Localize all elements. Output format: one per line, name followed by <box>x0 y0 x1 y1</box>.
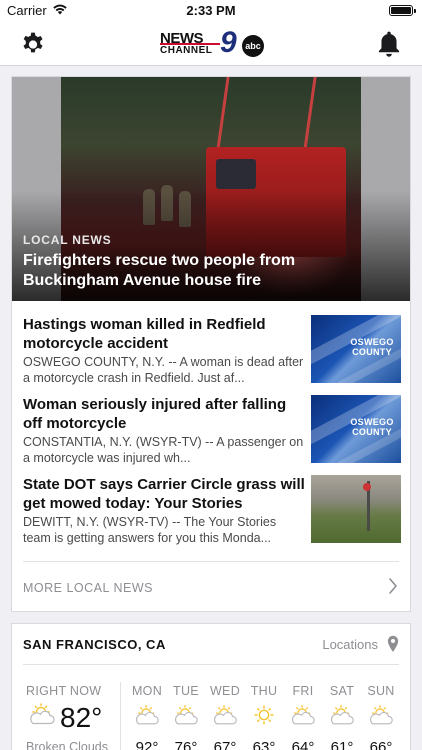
story-summary: OSWEGO COUNTY, N.Y. -- A woman is dead a… <box>23 355 304 385</box>
story-thumbnail <box>311 475 401 543</box>
partly-cloudy-icon <box>136 705 159 725</box>
forecast-day[interactable]: WED 67° <box>205 684 245 750</box>
forecast-temperature: 66° <box>369 739 393 750</box>
location-pin-icon[interactable] <box>387 635 399 653</box>
forecast-day-name: FRI <box>292 684 314 698</box>
gear-icon[interactable] <box>20 31 46 57</box>
partly-cloudy-icon <box>370 705 393 725</box>
hero-category: LOCAL NEWS <box>23 233 112 247</box>
hero-title: Firefighters rescue two people from Buck… <box>23 252 296 289</box>
forecast-temperature: 92° <box>135 739 159 750</box>
story-title: Woman seriously injured after falling of… <box>23 396 287 432</box>
forecast-day-name: MON <box>131 684 163 698</box>
ladder-shape <box>215 77 317 157</box>
status-bar: Carrier 2:33 PM <box>0 0 422 22</box>
road-sign-shape <box>363 483 371 491</box>
locations-button[interactable]: Locations <box>322 637 378 652</box>
partly-cloudy-icon <box>175 705 198 725</box>
divider <box>23 664 399 665</box>
logo-network-badge: abc <box>242 35 264 57</box>
sun-icon <box>254 705 274 725</box>
list-item[interactable]: Hastings woman killed in Redfield motorc… <box>23 315 401 385</box>
forecast-day[interactable]: MON 92° <box>127 684 167 750</box>
current-temperature: 82° <box>60 702 103 733</box>
current-condition: Broken Clouds <box>26 740 108 750</box>
forecast-day[interactable]: TUE 76° <box>166 684 206 750</box>
clock: 2:33 PM <box>186 3 236 18</box>
list-item[interactable]: Woman seriously injured after falling of… <box>23 395 401 465</box>
thumbnail-label: OSWEGO COUNTY <box>350 417 394 437</box>
forecast-day[interactable]: SUN 66° <box>361 684 401 750</box>
forecast-temperature: 76° <box>174 739 198 750</box>
story-title: Hastings woman killed in Redfield motorc… <box>23 316 266 352</box>
local-news-card: LOCAL NEWS Firefighters rescue two peopl… <box>11 76 411 612</box>
story-summary: DEWITT, N.Y. (WSYR-TV) -- The Your Stori… <box>23 515 277 545</box>
forecast-day-name: THU <box>250 684 278 698</box>
forecast-day-name: SAT <box>329 684 355 698</box>
bell-icon[interactable] <box>376 30 402 58</box>
weather-city: SAN FRANCISCO, CA <box>23 637 166 652</box>
weather-card: SAN FRANCISCO, CA Locations RIGHT NOW 82… <box>11 623 411 750</box>
story-title: State DOT says Carrier Circle grass will… <box>23 476 305 512</box>
logo-number: 9 <box>220 26 237 59</box>
divider <box>120 682 121 750</box>
chevron-right-icon[interactable] <box>388 577 398 595</box>
battery-icon <box>389 5 416 16</box>
logo-channel-text: CHANNEL <box>160 45 213 56</box>
forecast-day[interactable]: FRI 64° <box>283 684 323 750</box>
forecast-day-name: SUN <box>367 684 395 698</box>
story-summary: CONSTANTIA, N.Y. (WSYR-TV) -- A passenge… <box>23 435 304 465</box>
story-thumbnail: OSWEGO COUNTY <box>311 395 401 463</box>
forecast-day[interactable]: SAT 61° <box>322 684 362 750</box>
partly-cloudy-icon <box>214 705 237 725</box>
partly-cloudy-icon <box>331 705 354 725</box>
more-local-news-link[interactable]: MORE LOCAL NEWS <box>23 581 153 595</box>
list-item[interactable]: State DOT says Carrier Circle grass will… <box>23 475 401 545</box>
hero-story[interactable]: LOCAL NEWS Firefighters rescue two peopl… <box>12 77 410 301</box>
story-thumbnail: OSWEGO COUNTY <box>311 315 401 383</box>
divider <box>23 561 399 562</box>
forecast-day-name: WED <box>209 684 241 698</box>
forecast-day[interactable]: THU 63° <box>244 684 284 750</box>
forecast-temperature: 63° <box>252 739 276 750</box>
forecast-temperature: 64° <box>291 739 315 750</box>
current-weather-label: RIGHT NOW <box>26 684 102 698</box>
nav-bar: NEWS CHANNEL 9 abc <box>0 22 422 66</box>
forecast-day-name: TUE <box>173 684 199 698</box>
forecast-temperature: 67° <box>213 739 237 750</box>
news-channel-9-logo: NEWS CHANNEL 9 abc <box>158 28 266 60</box>
partly-cloudy-icon <box>30 703 55 725</box>
forecast-temperature: 61° <box>330 739 354 750</box>
partly-cloudy-icon <box>292 705 315 725</box>
thumbnail-label: OSWEGO COUNTY <box>350 337 394 357</box>
